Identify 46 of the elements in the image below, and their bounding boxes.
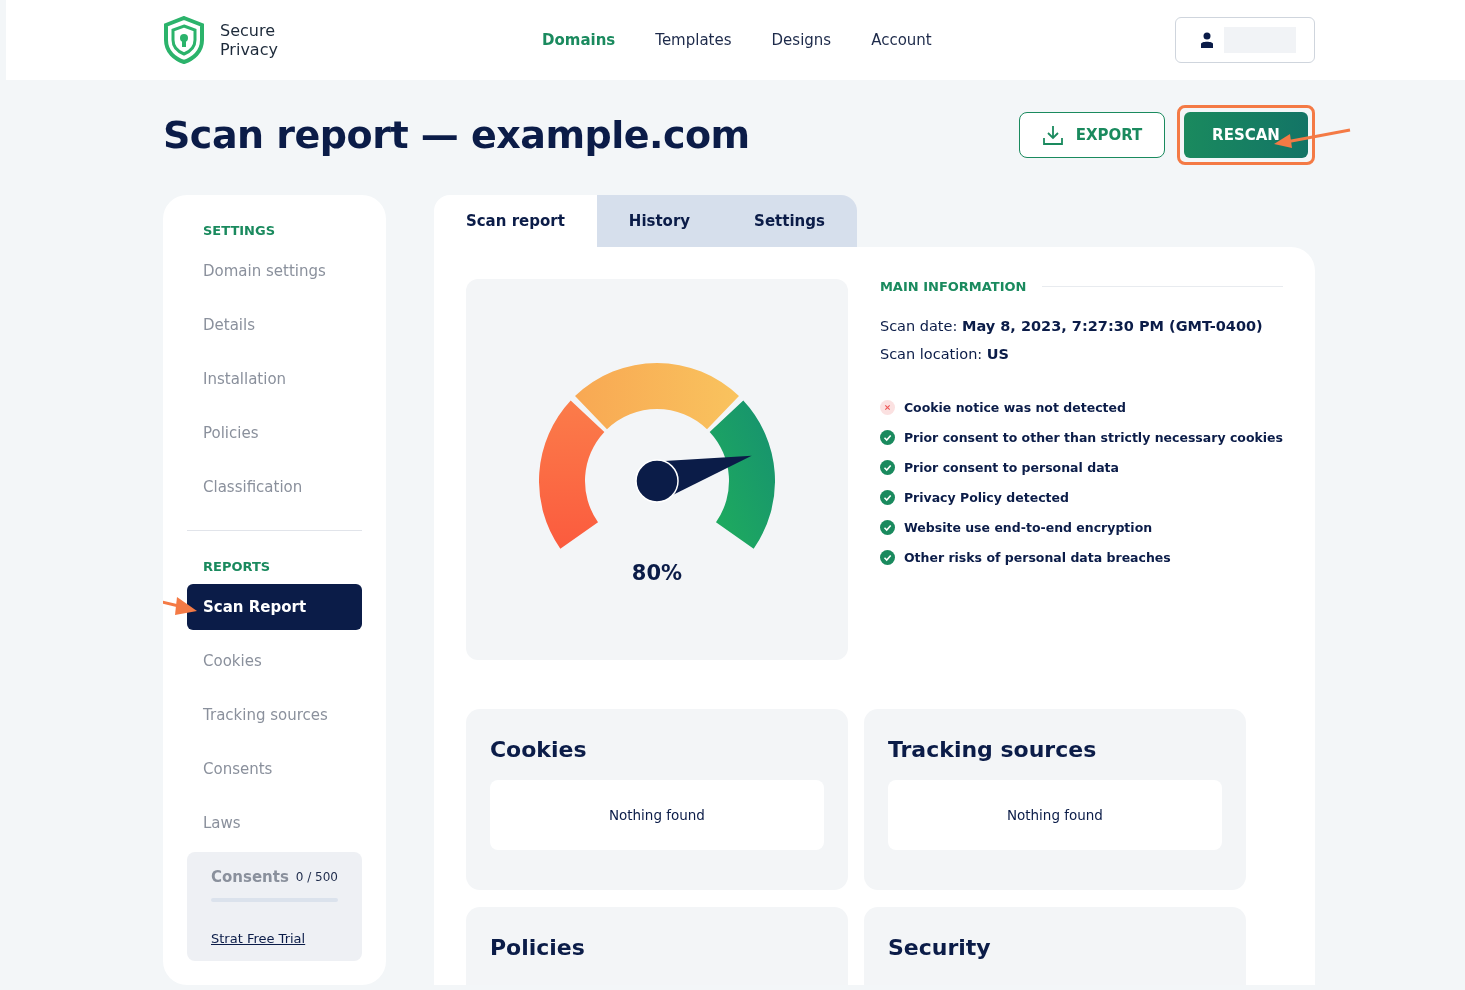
nav-link[interactable]: Designs — [771, 31, 832, 49]
sidebar-item[interactable]: Policies — [187, 410, 362, 456]
sidebar-item[interactable]: Tracking sources — [187, 692, 362, 738]
nav-link[interactable]: Domains — [542, 31, 616, 49]
account-button[interactable] — [1175, 17, 1315, 63]
user-icon — [1200, 32, 1214, 48]
check-text: Cookie notice was not detected — [903, 399, 1126, 415]
check-text: Prior consent to other than strictly necessary cookies — [903, 429, 1283, 445]
section-heading: REPORTS — [202, 559, 272, 574]
sidebar-item[interactable]: Consents — [187, 746, 362, 792]
score-reading: 80% — [631, 561, 683, 585]
tab[interactable]: Settings — [722, 195, 857, 247]
sidebar-item[interactable]: Classification — [187, 464, 362, 510]
check-text: Privacy Policy detected — [903, 489, 1069, 505]
fact-text: Scan date: May 8, 2023, 7:27:30 PM (GMT-0400) — [879, 318, 1264, 334]
fact-text: Scan location: US — [879, 346, 1011, 362]
empty-message: Nothing found — [489, 780, 824, 850]
sidebar-item[interactable]: Scan Report — [187, 584, 362, 630]
section-heading: MAIN INFORMATION — [879, 279, 1027, 294]
tab[interactable]: History — [596, 195, 723, 247]
sidebar-item[interactable]: Details — [187, 302, 362, 348]
card-title: Tracking sources — [887, 737, 1098, 762]
nav-link[interactable]: Templates — [655, 31, 732, 49]
export-button[interactable]: EXPORT — [1019, 112, 1165, 158]
sidebar-item[interactable]: Cookies — [187, 638, 362, 684]
sidebar-item[interactable]: Laws — [187, 800, 362, 846]
shield-logo-icon — [162, 16, 206, 64]
nav-link[interactable]: Account — [871, 31, 932, 49]
check-text: Prior consent to personal data — [903, 459, 1119, 475]
rescan-button[interactable]: RESCAN — [1184, 112, 1308, 158]
tab[interactable]: Scan report — [433, 195, 597, 247]
quota-label: Consents — [211, 868, 289, 886]
quota-count: 0 / 500 — [295, 870, 338, 884]
card-title: Policies — [489, 935, 586, 960]
empty-message: Nothing found — [887, 780, 1222, 850]
download-icon — [1041, 124, 1064, 146]
section-heading: SETTINGS — [202, 223, 277, 238]
page-title: Scan report — example.com — [163, 113, 751, 157]
free-trial-link[interactable]: Strat Free Trial — [211, 931, 306, 946]
sidebar-item[interactable]: Domain settings — [187, 248, 362, 294]
card-title: Security — [887, 935, 992, 960]
check-text: Other risks of personal data breaches — [903, 549, 1171, 565]
check-text: Website use end-to-end encryption — [903, 519, 1153, 535]
sidebar-item[interactable]: Installation — [187, 356, 362, 402]
card-title: Cookies — [489, 737, 588, 762]
brand-name: Secure Privacy — [220, 21, 278, 59]
